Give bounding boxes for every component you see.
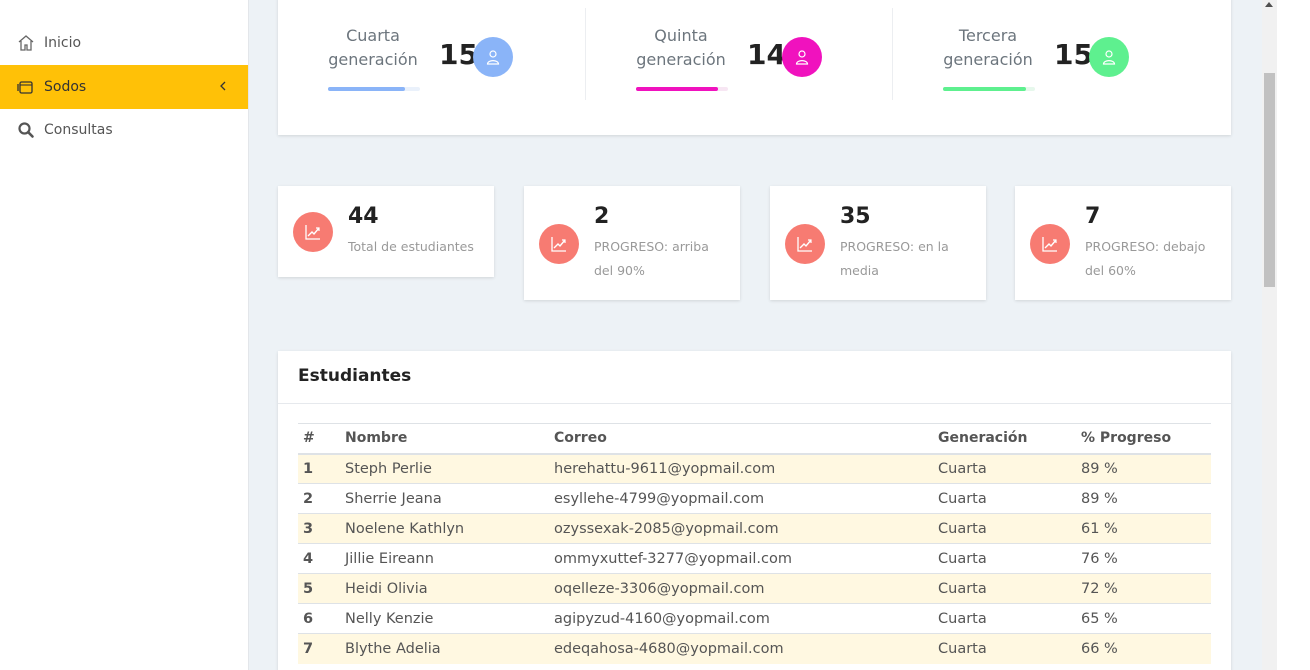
cell-progress: 89 % <box>1081 453 1211 484</box>
stat-label: PROGRESO: debajo del 60% <box>1085 239 1206 278</box>
sidebar-item-label: Consultas <box>44 122 113 138</box>
cell-name: Nelly Kenzie <box>345 603 554 634</box>
generation-count: 15 <box>1054 38 1093 71</box>
user-icon <box>782 37 822 77</box>
search-icon <box>17 121 35 139</box>
cell-email: esyllehe-4799@yopmail.com <box>554 483 938 514</box>
table-row[interactable]: 2 Sherrie Jeana esyllehe-4799@yopmail.co… <box>298 483 1211 514</box>
folder-icon <box>17 78 35 96</box>
sidebar-item-label: Inicio <box>44 35 82 51</box>
cell-email: agipyzud-4160@yopmail.com <box>554 603 938 634</box>
cell-generation: Cuarta <box>938 543 1081 574</box>
cell-number: 4 <box>298 543 345 574</box>
table-row[interactable]: 7 Blythe Adelia edeqahosa-4680@yopmail.c… <box>298 633 1211 664</box>
cell-number: 5 <box>298 573 345 604</box>
generation-label: Tercera generación <box>943 26 1033 69</box>
sidebar-item-consultas[interactable]: Consultas <box>0 108 248 152</box>
cell-progress: 72 % <box>1081 573 1211 604</box>
stat-card-above-90: 2 PROGRESO: arriba del 90% <box>524 186 740 300</box>
table-header-row: # Nombre Correo Generación % Progreso <box>298 423 1211 455</box>
cell-name: Heidi Olivia <box>345 573 554 604</box>
generations-card: Cuarta generación 15 Quinta generación 1… <box>278 0 1231 135</box>
stat-card-total: 44 Total de estudiantes <box>278 186 494 277</box>
stat-card-average: 35 PROGRESO: en la media <box>770 186 986 300</box>
stat-card-below-60: 7 PROGRESO: debajo del 60% <box>1015 186 1231 300</box>
column-header-number[interactable]: # <box>298 423 345 455</box>
students-card: Estudiantes # Nombre Correo Generación %… <box>278 351 1231 670</box>
cell-generation: Cuarta <box>938 513 1081 544</box>
column-header-generation[interactable]: Generación <box>938 423 1081 455</box>
chart-line-icon <box>785 224 825 264</box>
generation-item-cuarta: Cuarta generación 15 <box>278 0 578 135</box>
students-table: # Nombre Correo Generación % Progreso 1 … <box>298 423 1211 664</box>
generation-count: 14 <box>747 38 786 71</box>
cell-progress: 76 % <box>1081 543 1211 574</box>
user-icon <box>473 37 513 77</box>
generation-progress-bar <box>328 87 420 91</box>
chart-line-icon <box>293 212 333 252</box>
cell-name: Steph Perlie <box>345 453 554 484</box>
cell-email: herehattu-9611@yopmail.com <box>554 453 938 484</box>
cell-name: Jillie Eireann <box>345 543 554 574</box>
generation-item-tercera: Tercera generación 15 <box>893 0 1193 135</box>
sidebar: Inicio Sodos Consultas <box>0 0 249 670</box>
cell-email: ommyxuttef-3277@yopmail.com <box>554 543 938 574</box>
cell-number: 2 <box>298 483 345 514</box>
sidebar-item-label: Sodos <box>44 79 87 95</box>
cell-generation: Cuarta <box>938 453 1081 484</box>
user-icon <box>1089 37 1129 77</box>
generation-label: Cuarta generación <box>328 26 418 69</box>
cell-email: oqelleze-3306@yopmail.com <box>554 573 938 604</box>
chart-line-icon <box>539 224 579 264</box>
scrollbar-thumb[interactable] <box>1264 73 1275 287</box>
stat-value: 44 <box>348 204 379 229</box>
column-header-email[interactable]: Correo <box>554 423 938 455</box>
students-title: Estudiantes <box>298 366 412 386</box>
cell-generation: Cuarta <box>938 483 1081 514</box>
stat-value: 2 <box>594 204 610 229</box>
vertical-scrollbar[interactable] <box>1262 0 1277 670</box>
generation-item-quinta: Quinta generación 14 <box>586 0 886 135</box>
table-row[interactable]: 6 Nelly Kenzie agipyzud-4160@yopmail.com… <box>298 603 1211 634</box>
stat-label: Total de estudiantes <box>348 239 474 254</box>
stat-label: PROGRESO: en la media <box>840 239 949 278</box>
column-header-progress[interactable]: % Progreso <box>1081 423 1211 455</box>
cell-generation: Cuarta <box>938 573 1081 604</box>
cell-generation: Cuarta <box>938 633 1081 664</box>
table-row[interactable]: 1 Steph Perlie herehattu-9611@yopmail.co… <box>298 453 1211 484</box>
cell-number: 1 <box>298 453 345 484</box>
cell-number: 6 <box>298 603 345 634</box>
cell-name: Sherrie Jeana <box>345 483 554 514</box>
cell-generation: Cuarta <box>938 603 1081 634</box>
stat-label: PROGRESO: arriba del 90% <box>594 239 709 278</box>
cell-name: Blythe Adelia <box>345 633 554 664</box>
generation-progress-bar <box>636 87 728 91</box>
home-icon <box>17 34 35 52</box>
column-header-name[interactable]: Nombre <box>345 423 554 455</box>
divider <box>278 403 1231 404</box>
window-edge <box>1277 0 1310 670</box>
cell-number: 7 <box>298 633 345 664</box>
cell-progress: 66 % <box>1081 633 1211 664</box>
sidebar-item-inicio[interactable]: Inicio <box>0 21 248 65</box>
sidebar-item-sodos[interactable]: Sodos <box>0 65 248 109</box>
stat-value: 35 <box>840 204 871 229</box>
table-row[interactable]: 3 Noelene Kathlyn ozyssexak-2085@yopmail… <box>298 513 1211 544</box>
cell-email: edeqahosa-4680@yopmail.com <box>554 633 938 664</box>
chart-line-icon <box>1030 224 1070 264</box>
cell-progress: 61 % <box>1081 513 1211 544</box>
generation-progress-bar <box>943 87 1035 91</box>
scroll-up-arrow-icon[interactable] <box>1265 2 1273 7</box>
cell-name: Noelene Kathlyn <box>345 513 554 544</box>
table-row[interactable]: 4 Jillie Eireann ommyxuttef-3277@yopmail… <box>298 543 1211 574</box>
stat-value: 7 <box>1085 204 1101 229</box>
cell-progress: 89 % <box>1081 483 1211 514</box>
cell-progress: 65 % <box>1081 603 1211 634</box>
generation-label: Quinta generación <box>636 26 726 69</box>
cell-email: ozyssexak-2085@yopmail.com <box>554 513 938 544</box>
cell-number: 3 <box>298 513 345 544</box>
chevron-left-icon <box>216 79 230 93</box>
table-row[interactable]: 5 Heidi Olivia oqelleze-3306@yopmail.com… <box>298 573 1211 604</box>
